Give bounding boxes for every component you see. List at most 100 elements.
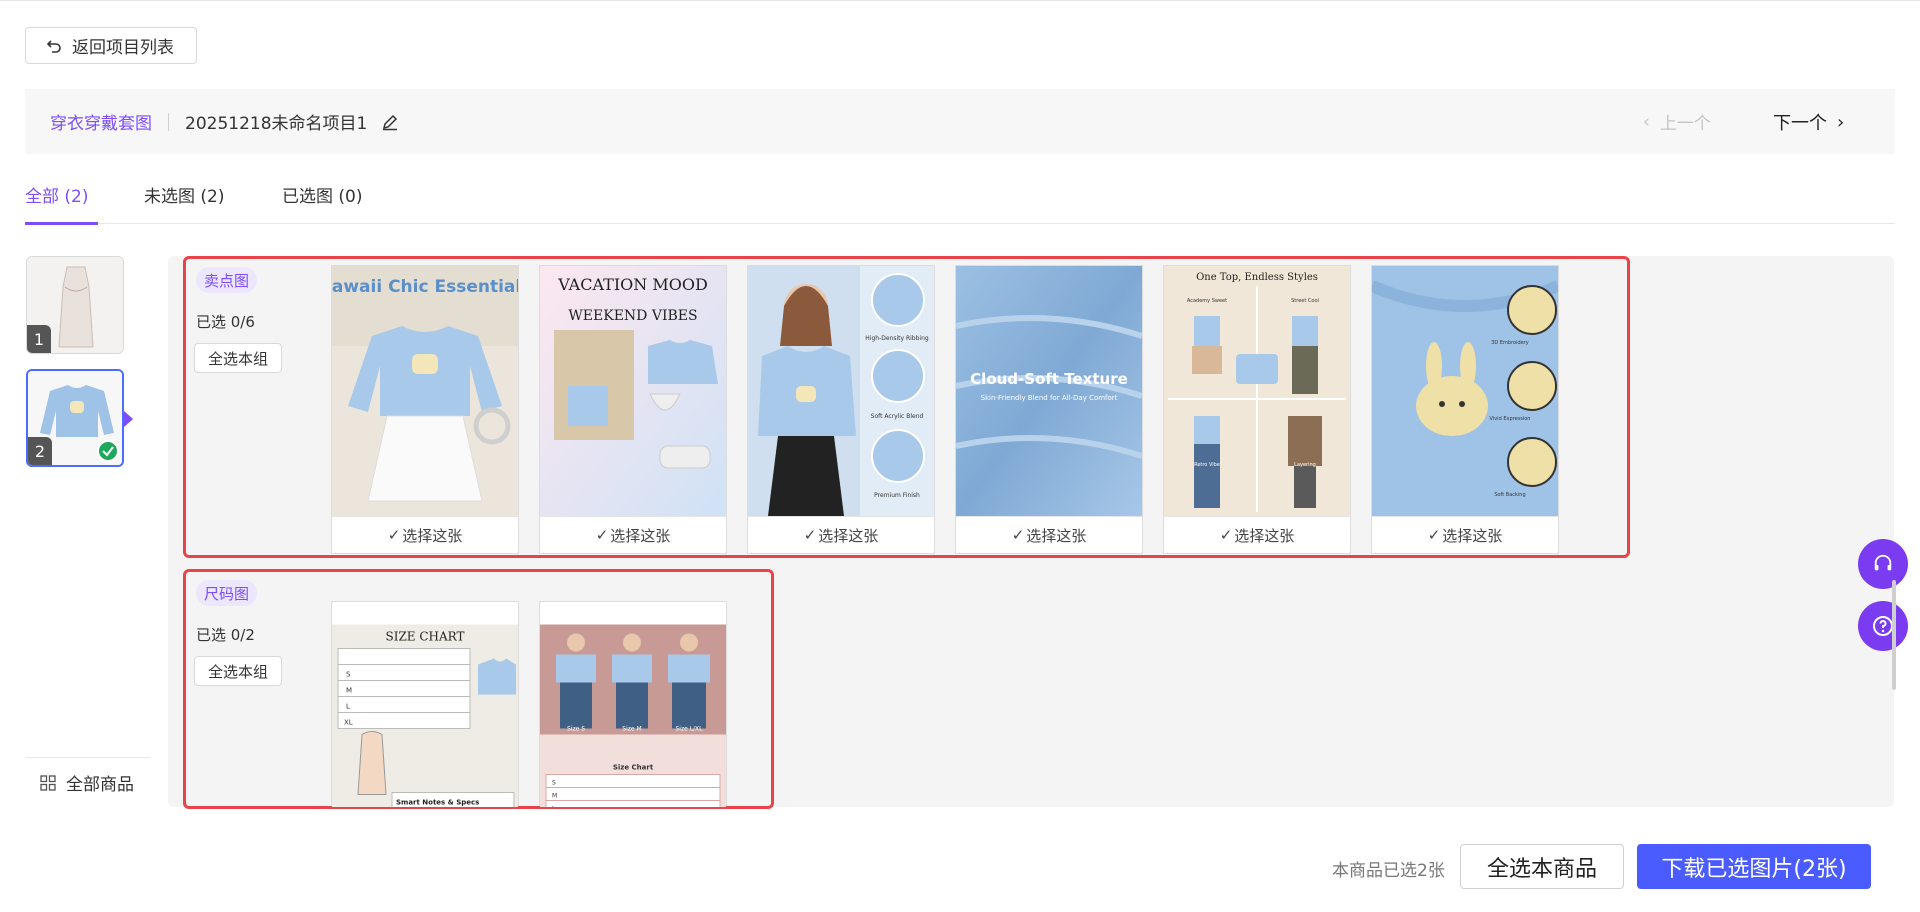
card-subtitle: WEEKEND VIBES [568, 308, 697, 324]
card-subtitle: Skin-Friendly Blend for All-Day Comfort [981, 394, 1118, 402]
select-this-button[interactable]: ✓ 选择这张 [748, 516, 934, 553]
prev-label: 上一个 [1659, 114, 1711, 134]
filter-tabs: 全部 (2) 未选图 (2) 已选图 (0) [25, 182, 1895, 225]
check-icon: ✓ [1427, 526, 1441, 544]
headset-icon [1874, 554, 1892, 571]
card-image: 3D Embroidery Vivid Expression Soft Back… [1372, 266, 1558, 516]
group-selected-count: 已选 0/2 [196, 626, 255, 644]
size-tag: Size M [622, 726, 641, 733]
callout-text: Academy Sweet [1187, 298, 1227, 304]
card-image: SIZE CHART S M L XL Smart Notes & Specs [332, 602, 518, 807]
back-to-project-list-button[interactable]: 返回项目列表 [25, 27, 197, 64]
chevron-left-icon: ‹ [1643, 111, 1650, 132]
callout-text: Street Cool [1291, 298, 1319, 304]
product-thumb-1[interactable]: 1 [26, 256, 124, 354]
card-title: Cloud-Soft Texture [970, 370, 1128, 388]
callout-text: Premium Finish [874, 492, 920, 499]
next-button[interactable]: 下一个 › [1773, 109, 1844, 135]
card-image: Cloud-Soft Texture Skin-Friendly Blend f… [956, 266, 1142, 516]
select-group-button[interactable]: 全选本组 [194, 343, 282, 373]
project-type-link[interactable]: 穿衣穿戴套图 [50, 109, 152, 134]
all-goods-label: 全部商品 [66, 775, 134, 795]
size-label: XL [344, 719, 353, 727]
selling-point-group: 卖点图 已选 0/6 全选本组 Kawaii Chic Essentials ✓… [183, 256, 1630, 558]
chevron-right-icon: › [1837, 111, 1845, 133]
sidebar-divider [26, 757, 150, 758]
grid-icon [40, 774, 56, 791]
selected-check-icon [97, 440, 119, 462]
group-selected-count: 已选 0/6 [196, 313, 255, 331]
project-header: 穿衣穿戴套图 20251218未命名项目1 ‹ 上一个 下一个 › [25, 89, 1895, 154]
card-image: VACATION MOOD WEEKEND VIBES [540, 266, 726, 516]
check-icon: ✓ [1219, 526, 1233, 544]
chart-title: Size Chart [613, 764, 654, 772]
size-tag: Size L/XL [675, 726, 703, 733]
size-label: M [346, 687, 352, 695]
callout-text: Soft Backing [1494, 492, 1525, 498]
product-index: 2 [28, 437, 52, 465]
size-label: L [346, 703, 350, 711]
callout-text: Soft Acrylic Blend [871, 413, 924, 420]
select-this-button[interactable]: ✓ 选择这张 [540, 516, 726, 553]
image-groups-panel: 卖点图 已选 0/6 全选本组 Kawaii Chic Essentials ✓… [168, 256, 1894, 809]
tab-unselected[interactable]: 未选图 (2) [144, 182, 224, 224]
callout-text: Vivid Expression [1490, 416, 1531, 422]
product-thumb-2[interactable]: 2 [26, 369, 124, 467]
size-label: S [346, 671, 351, 679]
card-title: SIZE CHART [385, 630, 464, 644]
select-this-button[interactable]: ✓ 选择这张 [1372, 516, 1558, 553]
image-card[interactable]: Size S Size M Size L/XL Size Chart S M L… [539, 601, 727, 807]
all-goods-button[interactable]: 全部商品 [40, 770, 134, 795]
edit-icon[interactable] [381, 113, 399, 131]
image-card[interactable]: One Top, Endless Styles Academy Sweet St… [1163, 265, 1351, 554]
back-label: 返回项目列表 [72, 38, 174, 58]
check-icon: ✓ [387, 526, 401, 544]
size-label: M [552, 793, 557, 800]
image-card[interactable]: 3D Embroidery Vivid Expression Soft Back… [1371, 265, 1559, 554]
card-image: Kawaii Chic Essentials [332, 266, 518, 516]
help-button[interactable] [1858, 601, 1908, 651]
tab-all[interactable]: 全部 (2) [25, 182, 100, 225]
check-icon: ✓ [803, 526, 817, 544]
card-image: One Top, Endless Styles Academy Sweet St… [1164, 266, 1350, 516]
image-card[interactable]: High-Density Ribbing Soft Acrylic Blend … [747, 265, 935, 554]
top-divider [0, 0, 1920, 1]
image-card[interactable]: VACATION MOOD WEEKEND VIBES ✓ 选择这张 [539, 265, 727, 554]
callout-text: Retro Vibe [1194, 462, 1220, 468]
card-title: Kawaii Chic Essentials [332, 277, 518, 297]
header-separator [168, 112, 169, 131]
callout-text: High-Density Ribbing [865, 335, 929, 342]
card-title: VACATION MOOD [557, 275, 708, 294]
card-image: Size S Size M Size L/XL Size Chart S M L… [540, 602, 726, 807]
select-all-goods-button[interactable]: 全选本商品 [1460, 844, 1624, 889]
image-card[interactable]: SIZE CHART S M L XL Smart Notes & Specs [331, 601, 519, 807]
product-index: 1 [27, 325, 51, 353]
card-title: One Top, Endless Styles [1196, 272, 1318, 283]
select-this-button[interactable]: ✓ 选择这张 [332, 516, 518, 553]
card-image: High-Density Ribbing Soft Acrylic Blend … [748, 266, 934, 516]
select-this-button[interactable]: ✓ 选择这张 [956, 516, 1142, 553]
select-this-button[interactable]: ✓ 选择这张 [1164, 516, 1350, 553]
size-chart-group: 尺码图 已选 0/2 全选本组 SIZE CHART S M L XL Smar… [183, 569, 774, 809]
customer-service-button[interactable] [1858, 539, 1908, 589]
scrollbar[interactable] [1892, 580, 1896, 690]
spec-note: Smart Notes & Specs [396, 799, 479, 807]
size-label: S [552, 780, 556, 787]
check-icon: ✓ [595, 526, 609, 544]
callout-text: 3D Embroidery [1491, 340, 1529, 346]
group-tag: 尺码图 [196, 580, 258, 606]
prev-button[interactable]: ‹ 上一个 [1643, 109, 1711, 135]
callout-text: Layering [1294, 462, 1316, 468]
next-label: 下一个 [1773, 113, 1827, 134]
group-tag: 卖点图 [196, 267, 258, 293]
image-card[interactable]: Cloud-Soft Texture Skin-Friendly Blend f… [955, 265, 1143, 554]
image-card[interactable]: Kawaii Chic Essentials ✓ 选择这张 [331, 265, 519, 554]
download-selected-button[interactable]: 下载已选图片(2张) [1637, 844, 1871, 889]
active-product-indicator [124, 411, 133, 427]
tab-selected[interactable]: 已选图 (0) [282, 182, 362, 224]
project-name: 20251218未命名项目1 [185, 114, 368, 134]
select-group-button[interactable]: 全选本组 [194, 656, 282, 686]
selected-count-text: 本商品已选2张 [1332, 861, 1445, 881]
check-icon: ✓ [1011, 526, 1025, 544]
undo-icon [46, 39, 61, 53]
